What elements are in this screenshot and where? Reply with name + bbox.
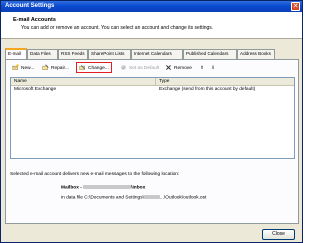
- repair-button-label: Repair...: [51, 66, 69, 71]
- accounts-list: Name Type Microsoft Exchange Exchange (s…: [10, 77, 295, 159]
- set-as-default-button[interactable]: Set as Default: [120, 63, 159, 74]
- new-account-icon: [12, 64, 19, 71]
- repair-icon: [42, 64, 49, 71]
- arrow-down-icon: ⬇: [211, 66, 216, 71]
- set-as-default-label: Set as Default: [129, 66, 160, 71]
- remove-x-icon: [166, 65, 171, 71]
- move-up-button[interactable]: ⬆: [200, 63, 204, 74]
- account-type: Exchange (send from this account by defa…: [159, 87, 256, 92]
- tab-email[interactable]: E-mail: [5, 48, 27, 59]
- account-toolbar: New... Repair... Change... Set as Defaul…: [12, 62, 292, 75]
- header-panel: E-mail Accounts You can add or remove an…: [1, 12, 302, 39]
- remove-button[interactable]: Remove: [165, 63, 192, 74]
- data-file-location: in data file C:\Documents and Settings\.…: [61, 195, 206, 200]
- change-button[interactable]: Change...: [76, 62, 112, 73]
- table-row[interactable]: Microsoft Exchange Exchange (send from t…: [11, 86, 294, 94]
- tab-data-files[interactable]: Data Files: [27, 49, 58, 59]
- window-title: Account Settings: [5, 3, 55, 9]
- mailbox-location: Mailbox - \Inbox: [61, 185, 145, 190]
- tab-internet-calendars[interactable]: Internet Calendars: [131, 49, 183, 59]
- change-icon: [79, 65, 85, 71]
- checkmark-icon: [120, 65, 127, 71]
- tab-published-calendars[interactable]: Published Calendars: [183, 49, 237, 59]
- account-settings-window: Account Settings ✕ E-mail Accounts You c…: [0, 0, 303, 243]
- header-description: You can add or remove an account. You ca…: [21, 25, 214, 31]
- change-button-label: Change...: [88, 66, 109, 71]
- redacted-mailbox-name: [83, 185, 132, 189]
- tab-sharepoint-lists[interactable]: SharePoint Lists: [88, 49, 131, 59]
- email-tab-panel: New... Repair... Change... Set as Defaul…: [5, 59, 299, 224]
- move-down-button[interactable]: ⬇: [211, 63, 215, 74]
- arrow-up-icon: ⬆: [200, 66, 205, 71]
- list-header: Name Type: [11, 78, 294, 86]
- datafile-prefix: in data file C:\Documents and Settings\: [61, 195, 144, 201]
- title-bar: Account Settings ✕: [1, 1, 302, 12]
- remove-button-label: Remove: [174, 66, 192, 71]
- new-button-label: New...: [21, 66, 35, 71]
- new-button[interactable]: New...: [12, 63, 34, 74]
- column-header-type[interactable]: Type: [156, 78, 294, 86]
- window-close-button[interactable]: ✕: [291, 2, 300, 11]
- tab-rss-feeds[interactable]: RSS Feeds: [58, 49, 88, 59]
- datafile-suffix: ...\Outlook\outlook.ost: [159, 195, 207, 201]
- header-title: E-mail Accounts: [13, 17, 56, 23]
- tab-address-books[interactable]: Address Books: [237, 49, 275, 59]
- delivery-location-text: Selected e-mail account delivers new e-m…: [10, 172, 180, 177]
- mailbox-prefix: Mailbox -: [61, 185, 82, 191]
- close-button[interactable]: Close: [262, 229, 295, 240]
- repair-button[interactable]: Repair...: [42, 63, 69, 74]
- mailbox-suffix: \Inbox: [131, 185, 146, 191]
- redacted-username: [143, 195, 160, 199]
- account-name: Microsoft Exchange: [14, 87, 57, 92]
- column-header-name[interactable]: Name: [11, 78, 156, 86]
